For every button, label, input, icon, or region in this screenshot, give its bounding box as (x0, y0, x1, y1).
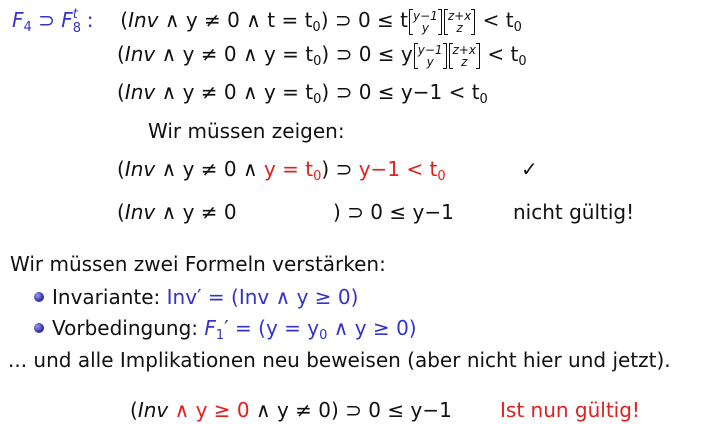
line3-cond: y = t (263, 80, 314, 104)
line1-subst-1-top: y−1 (413, 8, 438, 23)
line1-subst-1: y−1 y (409, 8, 442, 35)
show2-open: ( (117, 200, 125, 224)
line2-cond: y = t (263, 42, 314, 66)
line1-inv: Inv (128, 8, 159, 32)
bullet-invariant-label: Invariante: (52, 285, 167, 309)
line2-impl: ⊃ 0 ≤ y (329, 42, 413, 66)
show1-open: ( (117, 157, 125, 181)
line3-impl: ⊃ 0 ≤ y−1 < t (329, 80, 480, 104)
formula-line-3: (Inv ∧ y ≠ 0 ∧ y = t0) ⊃ 0 ≤ y−1 < t0 (117, 80, 488, 112)
show2-impl: ⊃ 0 ≤ y−1 (340, 200, 454, 224)
show2-and: ∧ y ≠ 0 (155, 200, 237, 224)
line1-subst-2: z+x z (443, 8, 476, 35)
bullet-dot-icon (34, 323, 44, 333)
final-red-part: ∧ y ≥ 0 (168, 398, 250, 422)
final-close: ) (331, 398, 339, 422)
formula-rhs-sub: 8 (72, 21, 82, 36)
formula-rhs-label: F (61, 8, 73, 32)
final-impl: ⊃ 0 ≤ y−1 (338, 398, 452, 422)
bullet-dot-icon (34, 292, 44, 302)
final-inv: Inv (137, 398, 169, 422)
line2-open: ( (117, 42, 125, 66)
line3-and: ∧ y ≠ 0 ∧ (155, 80, 264, 104)
line2-subst-1-top: y−1 (417, 42, 443, 57)
line2-and: ∧ y ≠ 0 ∧ (155, 42, 264, 66)
line2-subst-2-bot: z (461, 54, 468, 69)
checkmark-icon: ✓ (521, 157, 538, 181)
show1-impl: ⊃ (329, 157, 359, 181)
show1-red-result-sub: 0 (437, 169, 446, 184)
line1-subst-2-top: z+x (447, 8, 472, 23)
show1-red-cond: y = t (263, 157, 314, 181)
bullet-invariant: Invariante: Inv′ = (Inv ∧ y ≥ 0) (34, 285, 358, 309)
show1-red-result: y−1 < t (358, 157, 438, 181)
formula-lhs-label: F (12, 8, 24, 32)
show1-inv: Inv (124, 157, 156, 181)
bullet-precondition-rest: ′ = (y = y (224, 316, 320, 340)
line2-lt-sub: 0 (518, 54, 527, 69)
line1-open: ( (120, 8, 129, 32)
formula-rhs-subsup: t8 (73, 7, 87, 36)
bullet-invariant-formula: Inv′ = (Inv ∧ y ≥ 0) (166, 285, 359, 309)
formula-line-1: F4 ⊃ Ft8: (Inv ∧ y ≠ 0 ∧ t = t0) ⊃ 0 ≤ t… (12, 7, 522, 40)
line3-open: ( (117, 80, 125, 104)
line2-inv: Inv (124, 42, 156, 66)
line2-subst-1: y−1 y (413, 42, 447, 69)
bullet-precondition-F: F (204, 316, 216, 340)
bullet-precondition-label: Vorbedingung: (52, 316, 205, 340)
formula-colon: : (86, 8, 94, 32)
line1-cond: t = t (267, 8, 313, 32)
line1-lt: < t (476, 8, 514, 32)
final-verdict: Ist nun gültig! (500, 398, 640, 422)
show-line-2-rhs: ) ⊃ 0 ≤ y−1 (333, 200, 454, 224)
show2-inv: Inv (124, 200, 156, 224)
line1-impl: ⊃ 0 ≤ t (328, 8, 409, 32)
show2-verdict: nicht gültig! (513, 200, 635, 224)
line2-subst-2-top: z+x (452, 42, 477, 57)
show1-and: ∧ y ≠ 0 ∧ (155, 157, 264, 181)
line1-subst-1-bot: y (421, 20, 429, 35)
show-line-1: (Inv ∧ y ≠ 0 ∧ y = t0) ⊃ y−1 < t0 (117, 157, 446, 189)
strengthen-label: Wir müssen zwei Formeln verstärken: (10, 252, 386, 276)
line3-impl-sub: 0 (479, 92, 488, 107)
formula-supset: ⊃ (38, 8, 55, 32)
line1-cond-sub: 0 (312, 20, 321, 35)
line2-subst-2: z+x z (448, 42, 481, 69)
line1-and: ∧ y ≠ 0 ∧ (158, 8, 268, 32)
final-and: ∧ y ≠ 0 (249, 398, 332, 422)
bullet-precondition-end: ∧ y ≥ 0) (327, 316, 417, 340)
show2-close: ) (333, 200, 341, 224)
line2-subst-1-bot: y (426, 54, 434, 69)
bullet-precondition-F-sub: 1 (215, 328, 225, 343)
line1-subst-2-bot: z (456, 20, 463, 35)
show-label: Wir müssen zeigen: (148, 119, 345, 143)
final-open: ( (130, 398, 138, 422)
formula-line-2: (Inv ∧ y ≠ 0 ∧ y = t0) ⊃ 0 ≤ y y−1 y z+x z <… (117, 42, 527, 74)
line3-inv: Inv (124, 80, 156, 104)
formula-lhs-sub: 4 (23, 20, 32, 35)
line1-close: ) (320, 8, 329, 32)
proof-note: ... und alle Implikationen neu beweisen … (8, 348, 671, 372)
bullet-precondition: Vorbedingung: F1′ = (y = y0 ∧ y ≥ 0) (34, 316, 417, 348)
line2-lt: < t (481, 42, 519, 66)
show-line-2: (Inv ∧ y ≠ 0 (117, 200, 237, 224)
final-line: (Inv ∧ y ≥ 0 ∧ y ≠ 0) ⊃ 0 ≤ y−1 (130, 398, 452, 422)
line1-lt-sub: 0 (513, 20, 522, 35)
